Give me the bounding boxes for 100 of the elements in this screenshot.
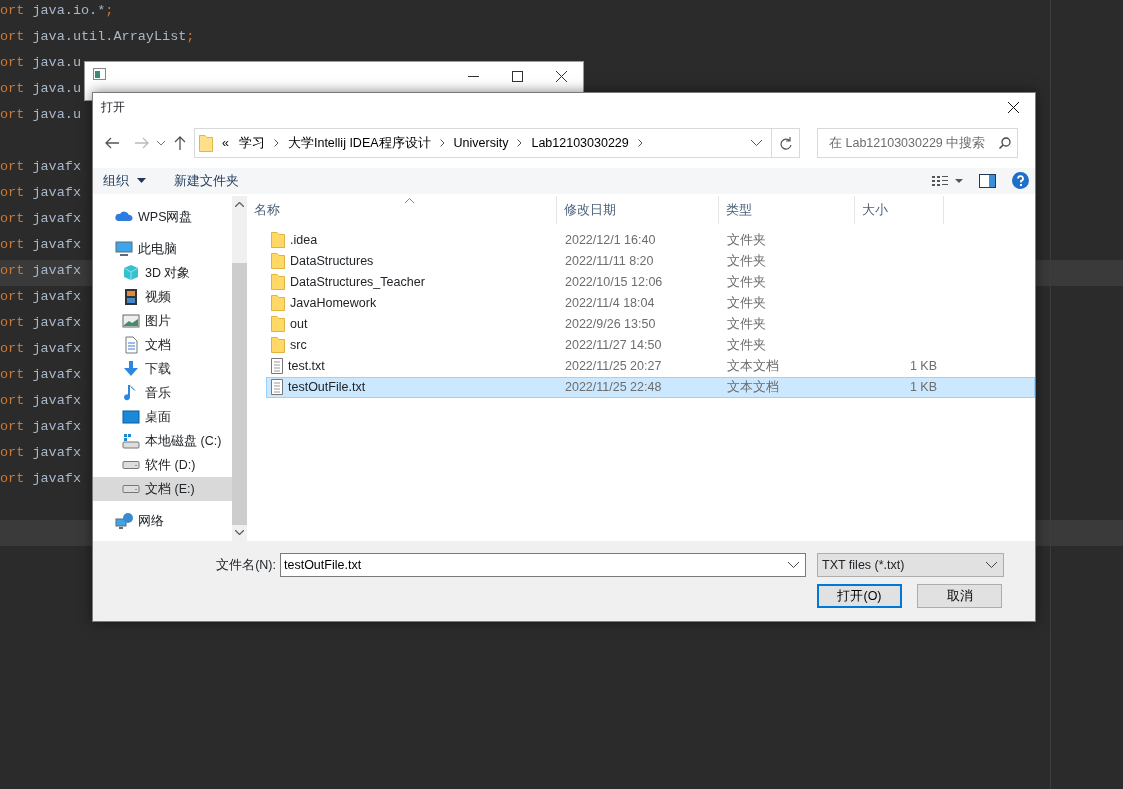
address-bar[interactable]: « 学习 大学Intellij IDEA程序设计 University Lab12103030229 [194,128,800,158]
scrollbar-thumb[interactable] [232,262,247,525]
file-row[interactable]: testOutFile.txt 2022/11/25 22:48 文本文档 1 KB [266,376,1035,398]
file-type: 文本文档 [726,379,780,396]
sidebar-item[interactable]: 软件 (D:) [93,452,232,477]
code-line: ort javafx [0,367,82,382]
sidebar-item[interactable]: 本地磁盘 (C:) [93,428,232,453]
sidebar-item[interactable]: 文档 [93,332,232,357]
file-row[interactable]: DataStructures 2022/11/11 8:20 文件夹 [266,250,1035,272]
column-header[interactable]: 类型 [719,195,855,224]
sidebar-item[interactable]: 网络 [93,508,232,533]
search-field[interactable]: 在 Lab12103030229 中搜索 [817,128,1018,158]
code-line: ort javafx [0,393,82,408]
file-name: .idea [290,232,318,249]
app-icon [93,68,106,80]
code-line: ort javafx [0,341,82,356]
text-file-icon [271,358,283,375]
sidebar-item[interactable]: 文档 (E:) [93,476,232,501]
file-name-combobox[interactable]: testOutFile.txt [280,553,806,578]
sidebar-item[interactable]: 音乐 [93,380,232,405]
file-name-label: 文件名(N): [215,557,277,575]
breadcrumb[interactable]: 学习 [233,133,270,153]
file-type: 文件夹 [726,253,767,270]
down-arrow-icon [122,359,140,378]
file-type: 文本文档 [726,358,780,375]
file-name: src [290,337,307,354]
file-date: 2022/11/27 14:50 [564,337,663,354]
code-line: ort javafx [0,289,82,304]
recent-dropdown-icon[interactable] [157,140,165,146]
chevron-right-icon[interactable] [439,139,445,147]
close-icon [555,70,567,82]
overflow-chevron[interactable]: « [217,133,234,153]
file-row[interactable]: .idea 2022/12/1 16:40 文件夹 [266,229,1035,251]
file-type: 文件夹 [726,232,767,249]
back-icon[interactable] [105,137,119,149]
code-line: ort javafx [0,471,82,486]
maximize-icon [511,70,523,82]
scrollbar[interactable] [232,195,247,542]
file-name: JavaHomework [290,295,377,312]
dropdown-icon [986,562,997,569]
dropdown-icon[interactable] [751,140,762,146]
folder-icon [271,316,285,333]
sidebar-item[interactable]: 桌面 [93,404,232,429]
drive-icon [122,431,140,450]
chevron-right-icon[interactable] [637,139,643,147]
file-date: 2022/12/1 16:40 [564,232,657,249]
sidebar-item[interactable]: 下载 [93,356,232,381]
file-type-select[interactable]: TXT files (*.txt) [817,553,1004,578]
scroll-up-icon[interactable] [235,201,244,207]
file-row[interactable]: src 2022/11/27 14:50 文件夹 [266,334,1035,356]
folder-icon [199,134,213,152]
breadcrumb[interactable]: 大学Intellij IDEA程序设计 [282,133,436,153]
code-line: ort javafx [0,237,82,252]
code-line: ort java.u [0,55,82,70]
code-line: ort javafx [0,185,82,200]
chevron-right-icon[interactable] [273,139,279,147]
caret-icon [137,178,146,184]
file-date: 2022/9/26 13:50 [564,316,657,333]
sidebar-item[interactable]: 此电脑 [93,236,232,261]
preview-pane-icon[interactable] [979,173,996,188]
up-icon[interactable] [174,136,186,150]
column-header[interactable]: 名称 [247,195,557,224]
sidebar-item[interactable]: 3D 对象 [93,260,232,285]
scroll-down-icon[interactable] [235,530,244,536]
film-icon [122,287,140,306]
folder-icon [271,295,285,312]
monitor-icon [115,239,133,258]
breadcrumb[interactable]: University [448,133,514,153]
new-folder-button[interactable]: 新建文件夹 [174,171,239,191]
file-type: 文件夹 [726,274,767,291]
help-icon[interactable] [1012,172,1029,190]
chevron-right-icon[interactable] [517,139,523,147]
dropdown-icon[interactable] [788,562,799,569]
sidebar-item[interactable]: 图片 [93,308,232,333]
document-icon [122,335,140,354]
folder-icon [271,232,285,249]
organize-menu[interactable]: 组织 [103,171,146,191]
file-row[interactable]: JavaHomework 2022/11/4 18:04 文件夹 [266,292,1035,314]
breadcrumb[interactable]: Lab12103030229 [526,133,634,153]
column-header[interactable]: 修改日期 [557,195,719,224]
code-line: ort java.u [0,107,82,122]
open-button[interactable]: 打开(O) [817,584,902,609]
cancel-button[interactable]: 取消 [917,584,1002,609]
code-line: ort java.u [0,81,82,96]
file-row[interactable]: DataStructures_Teacher 2022/10/15 12:06 文件夹 [266,271,1035,293]
file-size: 1 KB [908,379,938,396]
sidebar-item[interactable]: WPS网盘 [93,204,232,229]
code-line: ort javafx [0,211,82,226]
code-line: ort javafx [0,315,82,330]
file-row[interactable]: out 2022/9/26 13:50 文件夹 [266,313,1035,335]
folder-icon [271,337,285,354]
file-name: DataStructures [290,253,374,270]
code-line: ort java.io.*; [0,3,114,18]
code-line: ort javafx [0,445,82,460]
view-options-icon[interactable] [932,174,963,187]
file-date: 2022/11/4 18:04 [564,295,656,312]
column-header[interactable]: 大小 [855,195,944,224]
file-row[interactable]: test.txt 2022/11/25 20:27 文本文档 1 KB [266,355,1035,377]
file-name: test.txt [288,358,325,375]
sidebar-item[interactable]: 视频 [93,284,232,309]
